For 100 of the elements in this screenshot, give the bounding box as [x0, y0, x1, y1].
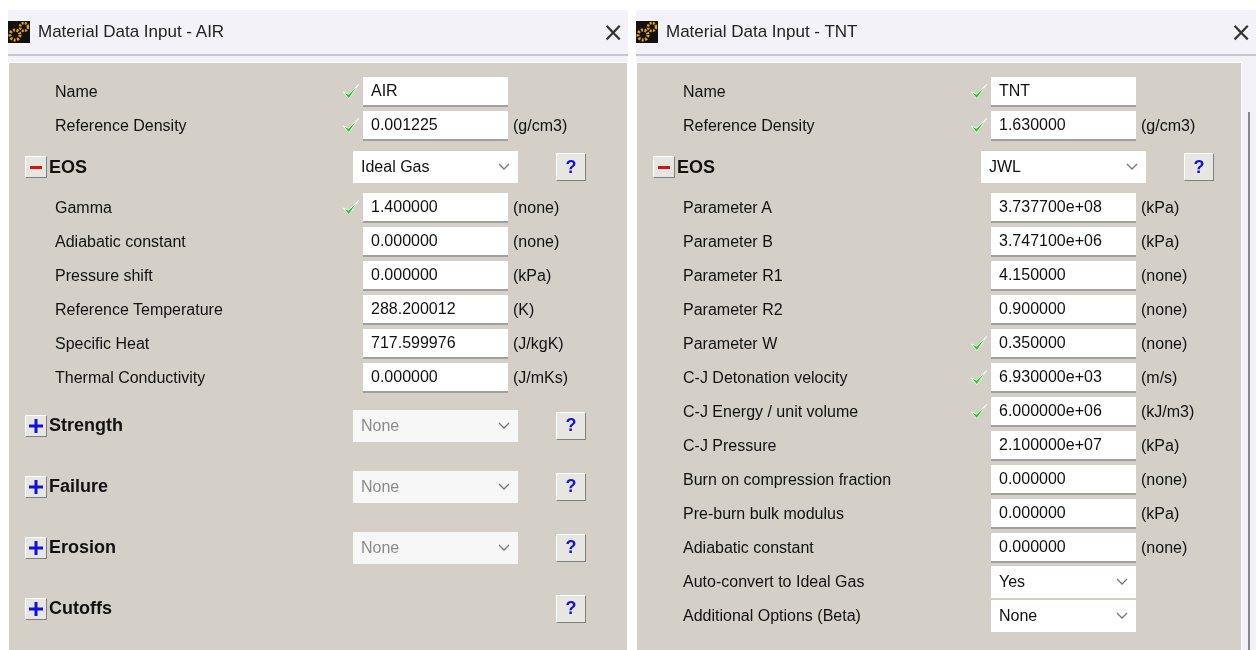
dropdown[interactable]: JWL — [981, 151, 1146, 183]
field-label: Reference Density — [683, 117, 816, 135]
input-field[interactable]: 4.150000 — [991, 261, 1136, 291]
unit-label: (none) — [1141, 267, 1188, 285]
chevron-down-icon — [498, 163, 510, 171]
field-label: C-J Energy / unit volume — [683, 403, 860, 421]
chevron-down-icon — [1116, 612, 1128, 620]
input-field[interactable]: 0.000000 — [991, 465, 1136, 495]
chevron-down-icon — [1116, 578, 1128, 586]
field-label: Pressure shift — [55, 267, 154, 285]
field-label: Parameter W — [683, 335, 779, 353]
field-label: Parameter B — [683, 233, 774, 251]
input-field[interactable]: 0.350000 — [991, 329, 1136, 359]
dropdown[interactable]: Ideal Gas — [353, 151, 518, 183]
field-label: Parameter R2 — [683, 301, 784, 319]
window-title: Material Data Input - TNT — [666, 22, 859, 42]
field-label: Gamma — [55, 199, 113, 217]
help-button[interactable]: ? — [556, 472, 586, 501]
unit-label: (K) — [513, 301, 535, 319]
expand-button[interactable] — [25, 536, 47, 559]
field-label: Burn on compression fraction — [683, 471, 893, 489]
unit-label: (kJ/m3) — [1141, 403, 1195, 421]
dropdown[interactable]: None — [991, 600, 1136, 632]
unit-label: (kPa) — [1141, 505, 1180, 523]
input-field[interactable]: 3.737700e+08 — [991, 193, 1136, 223]
unit-label: (J/mKs) — [513, 369, 569, 387]
input-field[interactable]: TNT — [991, 77, 1136, 107]
minus-icon — [658, 165, 670, 169]
input-field[interactable]: 717.599976 — [363, 329, 508, 359]
unit-label: (g/cm3) — [513, 117, 568, 135]
section-title: Failure — [49, 476, 109, 497]
unit-label: (kPa) — [1141, 437, 1180, 455]
input-field[interactable]: 0.000000 — [991, 533, 1136, 563]
field-label: Pre-burn bulk modulus — [683, 505, 845, 523]
unit-label: (g/cm3) — [1141, 117, 1196, 135]
minus-icon — [30, 165, 42, 169]
chevron-down-icon — [498, 543, 510, 552]
input-field[interactable]: 0.000000 — [363, 363, 508, 393]
field-label: Additional Options (Beta) — [683, 607, 862, 625]
field-label: C-J Pressure — [683, 437, 778, 455]
collapse-button[interactable] — [25, 156, 47, 178]
unit-label: (none) — [1141, 335, 1188, 353]
section-title: EOS — [49, 156, 87, 178]
input-field[interactable]: 3.747100e+06 — [991, 227, 1136, 257]
field-label: Reference Density — [55, 117, 188, 135]
dropdown[interactable]: Yes — [991, 566, 1136, 598]
field-label: C-J Detonation velocity — [683, 369, 849, 387]
field-label: Specific Heat — [55, 335, 151, 353]
expand-button[interactable] — [25, 414, 47, 437]
gears-icon — [8, 21, 30, 43]
section-title: Strength — [49, 415, 123, 436]
input-field[interactable]: 0.000000 — [363, 227, 508, 257]
unit-label: (kPa) — [1141, 199, 1180, 217]
help-button[interactable]: ? — [556, 594, 586, 623]
help-button[interactable]: ? — [556, 411, 586, 440]
collapse-button[interactable] — [653, 156, 675, 178]
field-label: Reference Temperature — [55, 301, 224, 319]
plus-icon — [29, 479, 43, 494]
unit-label: (kPa) — [1141, 233, 1180, 251]
unit-label: (none) — [1141, 471, 1188, 489]
input-field[interactable]: 0.001225 — [363, 111, 508, 141]
chevron-down-icon — [498, 421, 510, 430]
input-field[interactable]: 6.930000e+03 — [991, 363, 1136, 393]
chevron-down-icon — [498, 482, 510, 491]
field-label: Name — [55, 83, 99, 101]
plus-icon — [29, 540, 43, 555]
input-field[interactable]: 2.100000e+07 — [991, 431, 1136, 461]
input-field[interactable]: 0.900000 — [991, 295, 1136, 325]
field-label: Adiabatic constant — [55, 233, 187, 251]
help-button[interactable]: ? — [556, 533, 586, 562]
close-button[interactable]: × — [598, 17, 628, 47]
input-field[interactable]: 0.000000 — [363, 261, 508, 291]
help-button[interactable]: ? — [556, 153, 586, 181]
field-label: Parameter A — [683, 199, 773, 217]
section-title: Erosion — [49, 537, 116, 558]
unit-label: (kPa) — [513, 267, 552, 285]
help-button[interactable]: ? — [1184, 153, 1214, 181]
gears-icon — [636, 21, 658, 43]
expand-button[interactable] — [25, 475, 47, 498]
input-field[interactable]: AIR — [363, 77, 508, 107]
plus-icon — [29, 601, 43, 616]
input-field[interactable]: 1.400000 — [363, 193, 508, 223]
unit-label: (J/kgK) — [513, 335, 564, 353]
expand-button[interactable] — [25, 597, 47, 620]
input-field[interactable]: 1.630000 — [991, 111, 1136, 141]
unit-label: (none) — [1141, 301, 1188, 319]
input-field[interactable]: 6.000000e+06 — [991, 397, 1136, 427]
close-button[interactable]: × — [1226, 17, 1256, 47]
field-label: Auto-convert to Ideal Gas — [683, 573, 866, 591]
input-field[interactable]: 0.000000 — [991, 499, 1136, 529]
unit-label: (none) — [1141, 539, 1188, 557]
field-label: Thermal Conductivity — [55, 369, 207, 387]
unit-label: (none) — [513, 233, 560, 251]
section-title: EOS — [677, 156, 715, 178]
section-title: Cutoffs — [49, 598, 112, 619]
plus-icon — [29, 418, 43, 433]
unit-label: (none) — [513, 199, 560, 217]
unit-label: (m/s) — [1141, 369, 1178, 387]
chevron-down-icon — [1126, 163, 1138, 171]
input-field[interactable]: 288.200012 — [363, 295, 508, 325]
